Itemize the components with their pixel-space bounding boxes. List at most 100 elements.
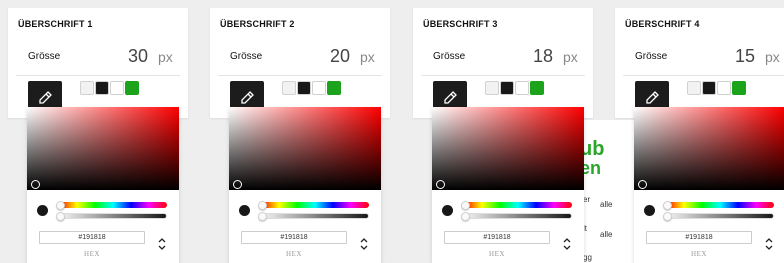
saturation-handle[interactable] [233, 180, 242, 189]
background-text: alle [600, 200, 613, 209]
format-toggle[interactable] [562, 235, 572, 253]
alpha-slider-thumb[interactable] [56, 212, 65, 221]
heading-1-settings-panel: ÜBERSCHRIFT 1 Grösse 30 px [8, 8, 188, 118]
chevron-up-down-icon [765, 238, 773, 250]
swatch-light[interactable] [110, 81, 124, 95]
format-toggle[interactable] [764, 235, 774, 253]
format-toggle[interactable] [359, 235, 369, 253]
background-text: alle [600, 230, 613, 239]
divider [218, 75, 382, 76]
size-input[interactable]: 20 [300, 46, 350, 67]
hex-input[interactable]: #191818 [444, 231, 550, 244]
saturation-value-area[interactable] [634, 107, 784, 190]
eyedropper-icon [444, 91, 457, 104]
size-input[interactable]: 30 [98, 46, 148, 67]
panel-title: ÜBERSCHRIFT 4 [625, 19, 700, 29]
hex-label: HEX [286, 250, 302, 258]
hue-slider-thumb[interactable] [258, 201, 267, 210]
hex-input[interactable]: #191818 [241, 231, 347, 244]
hue-slider-thumb[interactable] [663, 201, 672, 210]
saturation-handle[interactable] [436, 180, 445, 189]
saturation-handle[interactable] [638, 180, 647, 189]
swatch-light[interactable] [515, 81, 529, 95]
swatch-green[interactable] [125, 81, 139, 95]
swatch-white[interactable] [485, 81, 499, 95]
swatch-green[interactable] [732, 81, 746, 95]
alpha-slider-thumb[interactable] [258, 212, 267, 221]
swatch-black[interactable] [500, 81, 514, 95]
hue-slider-thumb[interactable] [56, 201, 65, 210]
size-unit: px [360, 49, 375, 65]
size-unit: px [158, 49, 173, 65]
swatch-black[interactable] [297, 81, 311, 95]
alpha-slider[interactable] [261, 213, 369, 219]
color-preview [37, 205, 48, 216]
divider [623, 75, 784, 76]
swatch-white[interactable] [687, 81, 701, 95]
divider [421, 75, 585, 76]
heading-3-settings-panel: ÜBERSCHRIFT 3 Grösse 18 px [413, 8, 593, 118]
eyedropper-icon [646, 91, 659, 104]
swatch-black[interactable] [702, 81, 716, 95]
panel-title: ÜBERSCHRIFT 2 [220, 19, 295, 29]
format-toggle[interactable] [157, 235, 167, 253]
size-input[interactable]: 15 [705, 46, 755, 67]
size-label: Grösse [230, 51, 263, 62]
alpha-slider[interactable] [666, 213, 774, 219]
saturation-handle[interactable] [31, 180, 40, 189]
heading-2-settings-panel: ÜBERSCHRIFT 2 Grösse 20 px [210, 8, 390, 118]
chevron-up-down-icon [360, 238, 368, 250]
size-unit: px [563, 49, 578, 65]
color-preview [239, 205, 250, 216]
hue-slider[interactable] [59, 202, 167, 208]
hex-input[interactable]: #191818 [646, 231, 752, 244]
hue-slider[interactable] [666, 202, 774, 208]
hex-label: HEX [489, 250, 505, 258]
heading-4-settings-panel: ÜBERSCHRIFT 4 Grösse 15 px [615, 8, 784, 118]
swatch-white[interactable] [80, 81, 94, 95]
hue-slider-thumb[interactable] [461, 201, 470, 210]
color-swatches [282, 81, 341, 95]
swatch-green[interactable] [530, 81, 544, 95]
color-preview [644, 205, 655, 216]
divider [16, 75, 180, 76]
swatch-light[interactable] [717, 81, 731, 95]
background-text: er [583, 195, 591, 204]
size-label: Grösse [635, 51, 668, 62]
alpha-slider[interactable] [464, 213, 572, 219]
color-swatches [687, 81, 746, 95]
color-swatches [485, 81, 544, 95]
eyedropper-icon [241, 91, 254, 104]
eyedropper-icon [39, 91, 52, 104]
size-input[interactable]: 18 [503, 46, 553, 67]
saturation-value-area[interactable] [432, 107, 584, 190]
alpha-slider[interactable] [59, 213, 167, 219]
size-label: Grösse [433, 51, 466, 62]
background-text: gg [583, 253, 592, 262]
color-picker-popup: #191818 HEX [634, 107, 784, 263]
panel-title: ÜBERSCHRIFT 3 [423, 19, 498, 29]
hex-label: HEX [691, 250, 707, 258]
size-unit: px [765, 49, 780, 65]
color-picker-popup: #191818 HEX [432, 107, 584, 263]
size-label: Grösse [28, 51, 61, 62]
swatch-light[interactable] [312, 81, 326, 95]
hue-slider[interactable] [464, 202, 572, 208]
panel-title: ÜBERSCHRIFT 1 [18, 19, 93, 29]
hue-slider[interactable] [261, 202, 369, 208]
saturation-value-area[interactable] [229, 107, 381, 190]
swatch-white[interactable] [282, 81, 296, 95]
chevron-up-down-icon [158, 238, 166, 250]
color-picker-popup: #191818 HEX [27, 107, 179, 263]
alpha-slider-thumb[interactable] [663, 212, 672, 221]
swatch-black[interactable] [95, 81, 109, 95]
swatch-green[interactable] [327, 81, 341, 95]
saturation-value-area[interactable] [27, 107, 179, 190]
color-picker-popup: #191818 HEX [229, 107, 381, 263]
color-preview [442, 205, 453, 216]
hex-label: HEX [84, 250, 100, 258]
hex-input[interactable]: #191818 [39, 231, 145, 244]
color-swatches [80, 81, 139, 95]
chevron-up-down-icon [563, 238, 571, 250]
alpha-slider-thumb[interactable] [461, 212, 470, 221]
